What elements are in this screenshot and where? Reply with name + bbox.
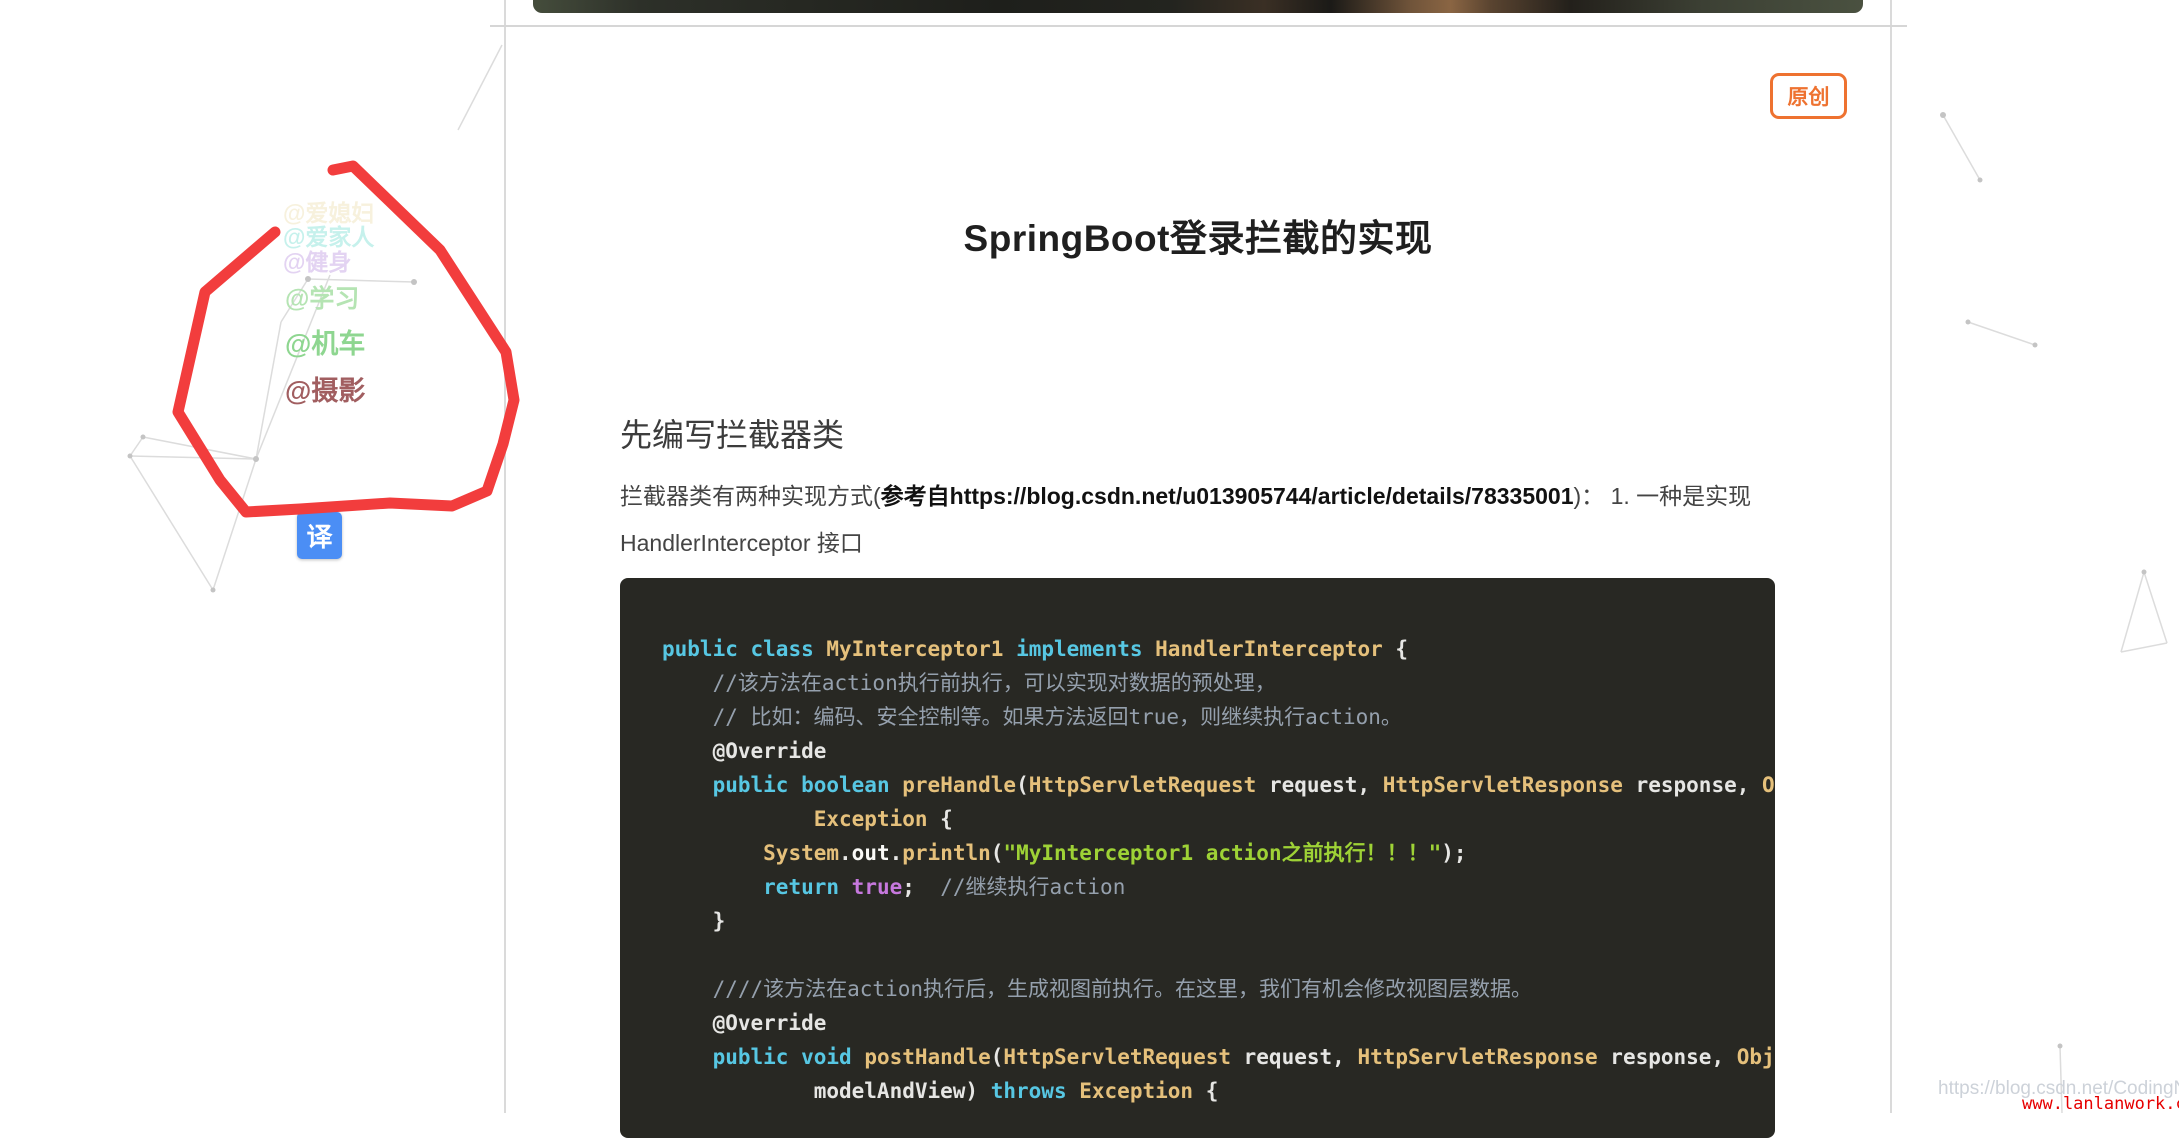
code-line: @Override — [662, 734, 1775, 768]
translate-button[interactable]: 译 — [297, 512, 342, 559]
tag-item: @机车 — [285, 322, 365, 361]
paragraph-text-pre: 拦截器类有两种实现方式( — [620, 483, 881, 509]
card-divider — [490, 25, 1907, 27]
code-line — [662, 938, 1775, 972]
code-line: public void postHandle(HttpServletReques… — [662, 1040, 1775, 1074]
code-line: public boolean preHandle(HttpServletRequ… — [662, 768, 1775, 802]
code-line: ////该方法在action执行后，生成视图前执行。在这里，我们有机会修改视图层… — [662, 972, 1775, 1006]
original-badge: 原创 — [1770, 73, 1847, 119]
code-line: //该方法在action执行前执行，可以实现对数据的预处理， — [662, 666, 1775, 700]
watermark-site-url: www.lanlanwork.com — [2022, 1094, 2179, 1114]
content-column-right-border — [1890, 0, 1892, 1113]
section-heading: 先编写拦截器类 — [620, 410, 844, 456]
code-line: System.out.println("MyInterceptor1 actio… — [662, 836, 1775, 870]
code-line: modelAndView) throws Exception { — [662, 1074, 1775, 1108]
page-title: SpringBoot登录拦截的实现 — [505, 208, 1891, 262]
tag-item: @学习 — [285, 279, 359, 315]
code-line: public class MyInterceptor1 implements H… — [662, 632, 1775, 666]
code-line: Exception { — [662, 802, 1775, 836]
code-content: public class MyInterceptor1 implements H… — [620, 578, 1775, 1128]
code-block: public class MyInterceptor1 implements H… — [620, 578, 1775, 1138]
translate-button-label: 译 — [306, 517, 332, 554]
code-line: } — [662, 904, 1775, 938]
tag-item: @健身 — [283, 243, 351, 277]
code-line: @Override — [662, 1006, 1775, 1040]
original-badge-label: 原创 — [1788, 81, 1830, 111]
header-image-strip — [533, 0, 1863, 13]
intro-paragraph: 拦截器类有两种实现方式(参考自https://blog.csdn.net/u01… — [620, 473, 1778, 567]
tag-item: @摄影 — [285, 369, 365, 408]
code-line: // 比如：编码、安全控制等。如果方法返回true，则继续执行action。 — [662, 700, 1775, 734]
code-line: return true; //继续执行action — [662, 870, 1775, 904]
content-column-left-border — [504, 0, 506, 1113]
reference-url-text: 参考自https://blog.csdn.net/u013905744/arti… — [881, 483, 1574, 509]
